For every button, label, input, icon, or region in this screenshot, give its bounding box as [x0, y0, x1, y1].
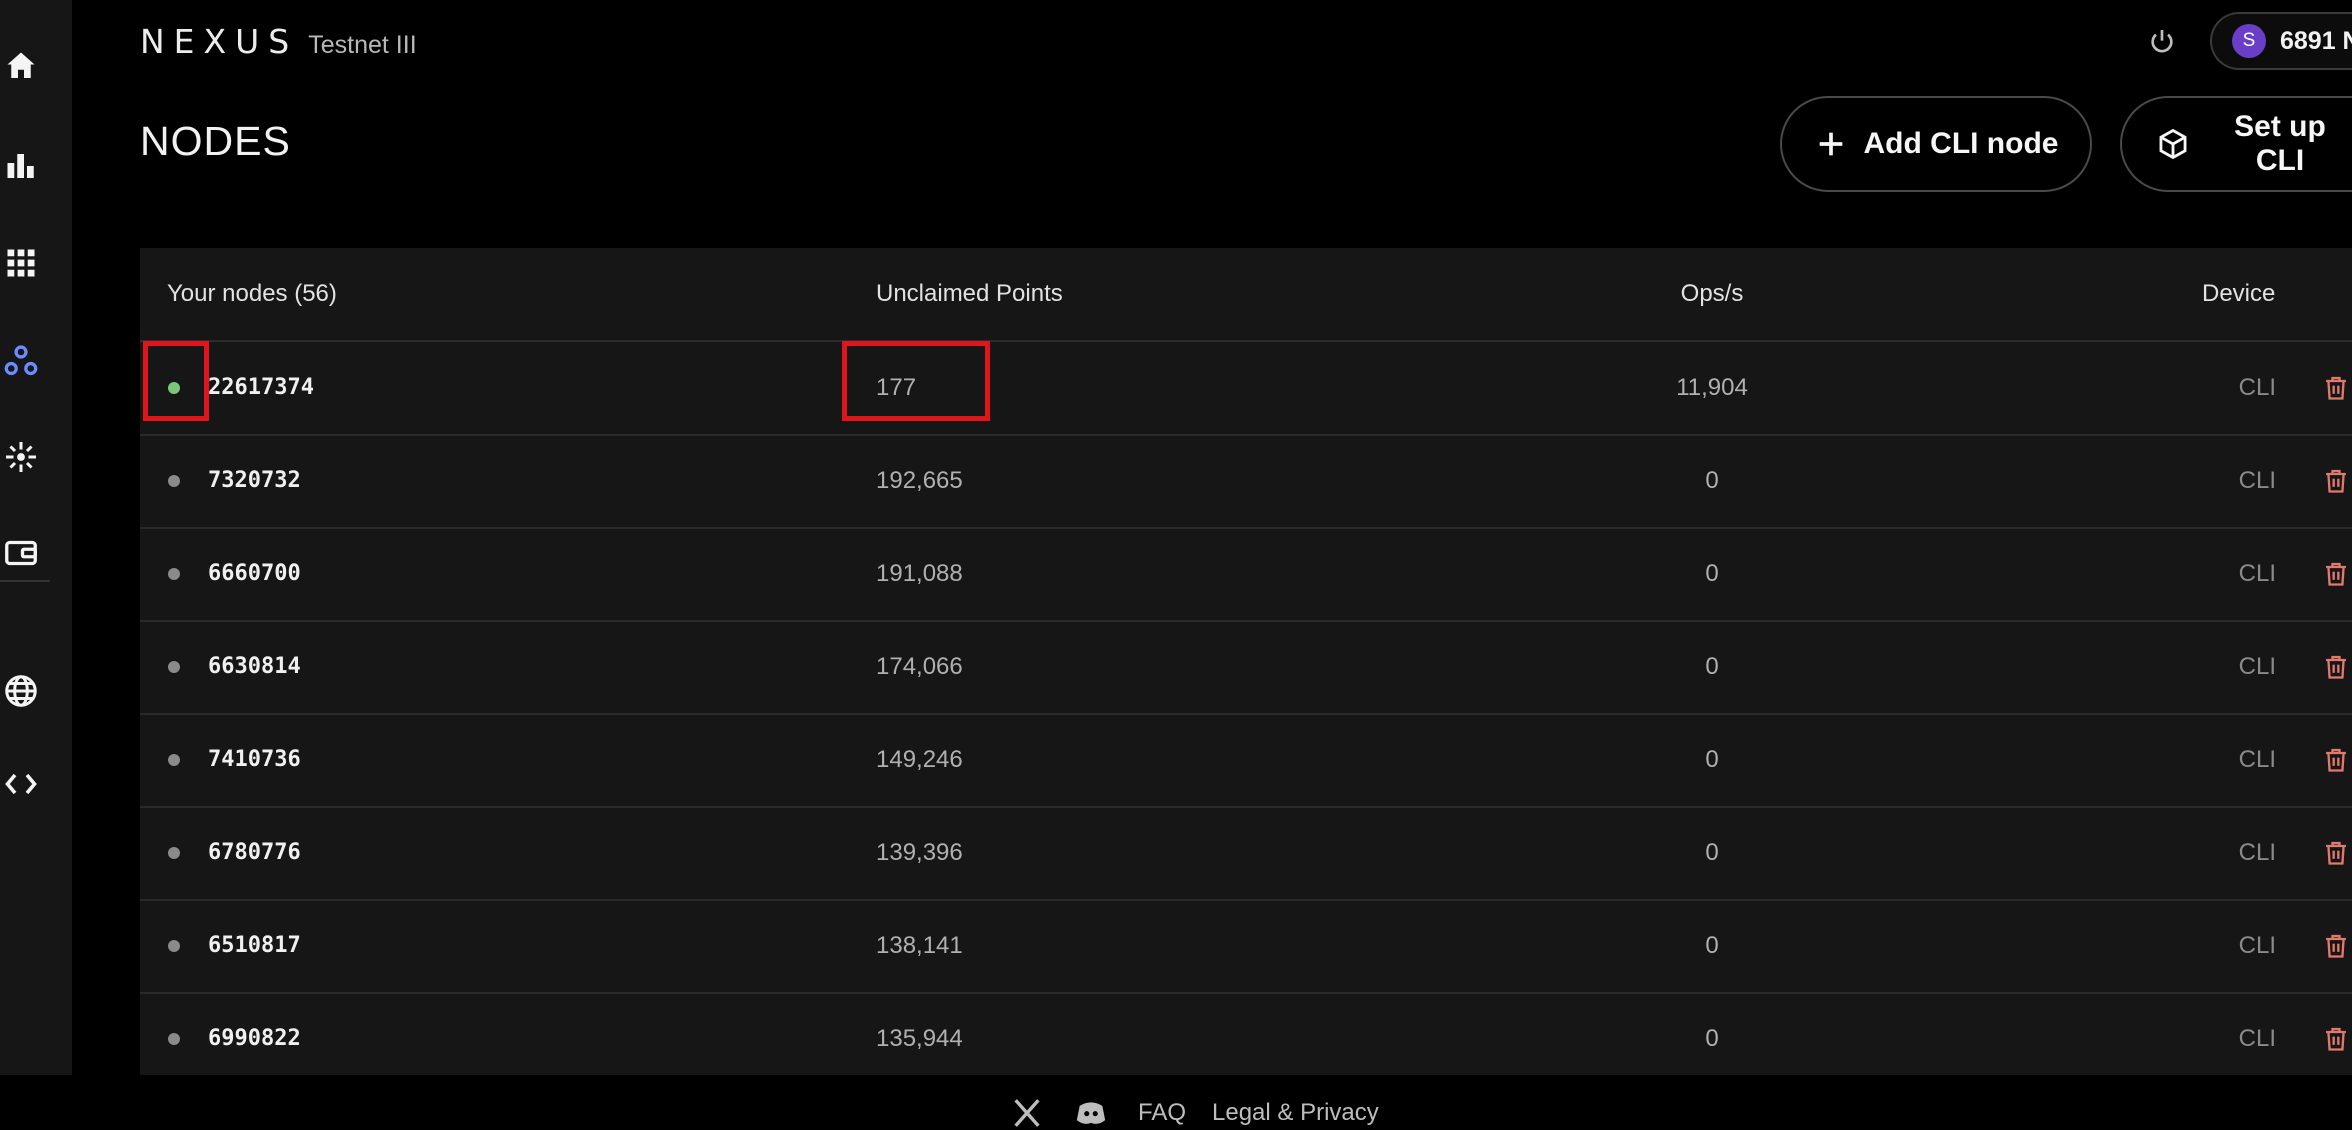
table-row[interactable]: 22617374 177 11,904 CLI — [140, 342, 2352, 436]
x-icon[interactable] — [1010, 1096, 1044, 1130]
device-type: CLI — [2238, 653, 2276, 680]
set-up-cli-label: Set up CLI — [2234, 110, 2326, 177]
highlight-box-status — [143, 341, 209, 421]
node-id: 6990822 — [208, 1026, 301, 1051]
account-label: 6891 N — [2280, 26, 2352, 55]
legal-privacy-link[interactable]: Legal & Privacy — [1212, 1099, 1379, 1127]
brand-logo: NEXUS — [140, 22, 299, 61]
discord-icon[interactable] — [1074, 1096, 1108, 1130]
table-row[interactable]: 6630814 174,066 0 CLI — [140, 621, 2352, 715]
node-id: 6510817 — [208, 933, 301, 958]
node-id: 6660700 — [208, 561, 301, 586]
add-cli-node-label: Add CLI node — [1863, 127, 2059, 160]
ops-per-second: 0 — [1705, 560, 1719, 587]
device-type: CLI — [2238, 932, 2276, 959]
wallet-icon[interactable] — [0, 532, 42, 574]
avatar: S — [2232, 24, 2266, 58]
set-up-cli-button[interactable]: Set up CLI — [2120, 96, 2352, 192]
globe-icon[interactable] — [0, 670, 42, 712]
column-header-unclaimed-points: Unclaimed Points — [876, 280, 1063, 307]
unclaimed-points: 174,066 — [876, 653, 963, 680]
status-dot — [168, 754, 180, 766]
network-label: Testnet III — [308, 31, 417, 59]
trash-icon[interactable] — [2322, 653, 2350, 681]
ops-per-second: 0 — [1705, 839, 1719, 866]
table-row[interactable]: 6990822 135,944 0 CLI — [140, 993, 2352, 1085]
status-dot — [168, 847, 180, 859]
plus-icon — [1819, 132, 1842, 156]
page-title: NODES — [140, 118, 291, 164]
trash-icon[interactable] — [2322, 746, 2350, 774]
table-row[interactable]: 7320732 192,665 0 CLI — [140, 435, 2352, 529]
column-header-ops: Ops/s — [1680, 280, 1744, 307]
brand[interactable]: NEXUS Testnet III — [140, 22, 417, 61]
table-row[interactable]: 6510817 138,141 0 CLI — [140, 900, 2352, 994]
bar-chart-icon[interactable] — [0, 145, 42, 187]
trash-icon[interactable] — [2322, 560, 2350, 588]
unclaimed-points: 191,088 — [876, 560, 963, 587]
cube-icon — [2159, 128, 2187, 160]
device-type: CLI — [2238, 374, 2276, 401]
node-id: 6780776 — [208, 840, 301, 865]
ops-per-second: 0 — [1705, 467, 1719, 494]
trash-icon[interactable] — [2322, 374, 2350, 402]
status-dot — [168, 661, 180, 673]
status-dot — [168, 568, 180, 580]
account-button[interactable]: S 6891 N — [2210, 12, 2352, 70]
sparkle-icon[interactable] — [0, 436, 42, 478]
code-icon[interactable] — [0, 763, 42, 805]
unclaimed-points: 139,396 — [876, 839, 963, 866]
table-header: Your nodes (56) Unclaimed Points Ops/s D… — [140, 248, 2352, 342]
ops-per-second: 0 — [1705, 932, 1719, 959]
highlight-box-points — [842, 341, 990, 421]
status-dot — [168, 1033, 180, 1045]
node-id: 6630814 — [208, 654, 301, 679]
trash-icon[interactable] — [2322, 932, 2350, 960]
unclaimed-points: 149,246 — [876, 746, 963, 773]
column-header-device: Device — [2202, 280, 2276, 307]
faq-link[interactable]: FAQ — [1138, 1099, 1186, 1127]
table-row[interactable]: 6780776 139,396 0 CLI — [140, 807, 2352, 901]
unclaimed-points: 135,944 — [876, 1025, 963, 1052]
node-id: 7320732 — [208, 468, 301, 493]
device-type: CLI — [2238, 467, 2276, 494]
trash-icon[interactable] — [2322, 467, 2350, 495]
node-id: 22617374 — [208, 375, 314, 400]
ops-per-second: 11,904 — [1676, 374, 1748, 401]
nodes-icon[interactable] — [0, 340, 42, 382]
trash-icon[interactable] — [2322, 839, 2350, 867]
sidebar-divider — [0, 580, 50, 582]
unclaimed-points: 138,141 — [876, 932, 963, 959]
device-type: CLI — [2238, 1025, 2276, 1052]
table-row[interactable]: 7410736 149,246 0 CLI — [140, 714, 2352, 808]
add-cli-node-button[interactable]: Add CLI node — [1780, 96, 2092, 192]
home-icon[interactable] — [0, 45, 42, 87]
table-row[interactable]: 6660700 191,088 0 CLI — [140, 528, 2352, 622]
grid-icon[interactable] — [0, 242, 42, 284]
device-type: CLI — [2238, 746, 2276, 773]
device-type: CLI — [2238, 839, 2276, 866]
device-type: CLI — [2238, 560, 2276, 587]
ops-per-second: 0 — [1705, 653, 1719, 680]
unclaimed-points: 192,665 — [876, 467, 963, 494]
nodes-table: Your nodes (56) Unclaimed Points Ops/s D… — [140, 248, 2352, 1075]
status-dot — [168, 475, 180, 487]
ops-per-second: 0 — [1705, 746, 1719, 773]
trash-icon[interactable] — [2322, 1025, 2350, 1053]
column-header-nodes: Your nodes (56) — [167, 280, 337, 307]
status-dot — [168, 940, 180, 952]
ops-per-second: 0 — [1705, 1025, 1719, 1052]
sidebar — [0, 0, 72, 1075]
footer: FAQ Legal & Privacy — [1010, 1096, 1405, 1130]
node-id: 7410736 — [208, 747, 301, 772]
power-icon[interactable] — [2146, 26, 2178, 58]
